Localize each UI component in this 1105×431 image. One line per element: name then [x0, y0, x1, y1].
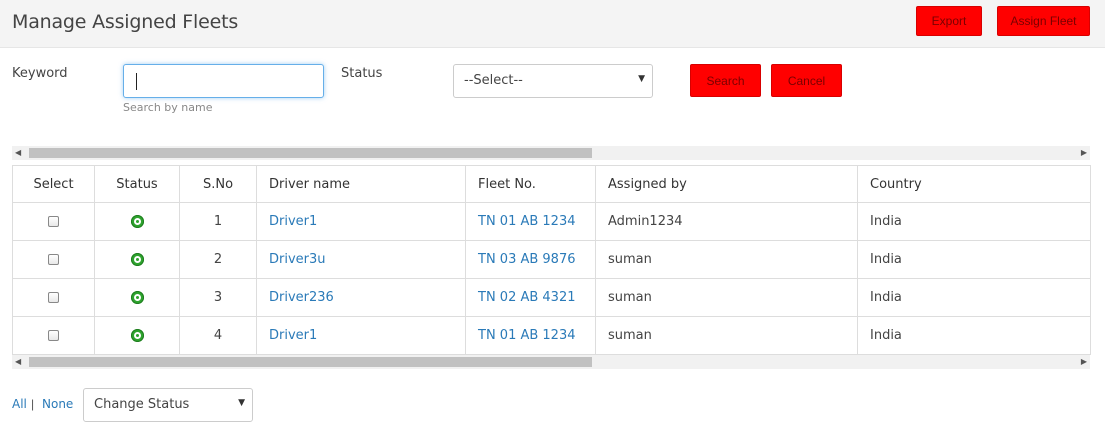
driver-name-link[interactable]: Driver236 — [269, 290, 334, 305]
scroll-left-icon[interactable]: ◀ — [15, 146, 21, 160]
active-status-icon[interactable] — [130, 253, 144, 266]
driver-name-link[interactable]: Driver3u — [269, 252, 326, 267]
assigned-by-cell: suman — [595, 278, 858, 317]
row-sno: 4 — [179, 316, 257, 355]
status-select[interactable]: --Select-- ▼ — [453, 64, 653, 98]
status-select-value: --Select-- — [464, 73, 523, 88]
cancel-button[interactable]: Cancel — [771, 64, 842, 97]
active-status-icon[interactable] — [130, 329, 144, 342]
export-button[interactable]: Export — [916, 6, 982, 36]
active-status-icon[interactable] — [130, 215, 144, 228]
status-label: Status — [341, 66, 383, 81]
row-sno: 2 — [179, 240, 257, 279]
column-header-sno[interactable]: S.No — [179, 165, 257, 203]
column-header-status[interactable]: Status — [94, 165, 180, 203]
keyword-hint: Search by name — [123, 101, 213, 114]
scrollbar-thumb[interactable] — [29, 148, 592, 158]
active-status-icon[interactable] — [130, 291, 144, 304]
scroll-left-icon[interactable]: ◀ — [15, 355, 21, 369]
driver-name-link[interactable]: Driver1 — [269, 328, 317, 343]
row-select-checkbox[interactable] — [48, 216, 59, 227]
column-header-assigned-by[interactable]: Assigned by — [595, 165, 858, 203]
fleet-no-link[interactable]: TN 03 AB 9876 — [478, 252, 576, 267]
scrollbar-thumb[interactable] — [29, 357, 592, 367]
assign-fleet-button[interactable]: Assign Fleet — [997, 6, 1090, 36]
table-row: 4 Driver1 TN 01 AB 1234 suman India — [12, 316, 1091, 355]
page-header: Manage Assigned Fleets Export Assign Fle… — [0, 0, 1105, 48]
change-status-value: Change Status — [94, 397, 190, 412]
assigned-by-cell: suman — [595, 240, 858, 279]
caret-down-icon: ▼ — [638, 74, 645, 84]
page-title: Manage Assigned Fleets — [12, 11, 239, 33]
row-select-checkbox[interactable] — [48, 330, 59, 341]
keyword-label: Keyword — [12, 66, 68, 81]
column-header-driver-name[interactable]: Driver name — [256, 165, 466, 203]
column-header-select[interactable]: Select — [12, 165, 95, 203]
row-select-checkbox[interactable] — [48, 254, 59, 265]
country-cell: India — [857, 278, 1091, 317]
assigned-by-cell: suman — [595, 316, 858, 355]
scroll-right-icon[interactable]: ▶ — [1081, 146, 1087, 160]
search-button[interactable]: Search — [690, 64, 761, 97]
table-header-row: Select Status S.No Driver name Fleet No.… — [12, 165, 1091, 203]
select-none-link[interactable]: None — [42, 397, 73, 411]
fleet-no-link[interactable]: TN 01 AB 1234 — [478, 214, 576, 229]
caret-down-icon: ▼ — [238, 398, 245, 408]
country-cell: India — [857, 316, 1091, 355]
horizontal-scrollbar-top[interactable]: ◀ ▶ — [12, 146, 1090, 160]
row-sno: 3 — [179, 278, 257, 317]
row-select-checkbox[interactable] — [48, 292, 59, 303]
footer-separator: | — [31, 397, 35, 411]
keyword-input[interactable] — [123, 64, 324, 98]
text-cursor — [136, 73, 137, 90]
scroll-right-icon[interactable]: ▶ — [1081, 355, 1087, 369]
country-cell: India — [857, 240, 1091, 279]
row-sno: 1 — [179, 202, 257, 241]
change-status-select[interactable]: Change Status ▼ — [83, 388, 253, 422]
table-row: 2 Driver3u TN 03 AB 9876 suman India — [12, 240, 1091, 279]
assigned-by-cell: Admin1234 — [595, 202, 858, 241]
column-header-country[interactable]: Country — [857, 165, 1091, 203]
select-all-link[interactable]: All — [12, 397, 27, 411]
driver-name-link[interactable]: Driver1 — [269, 214, 317, 229]
column-header-fleet-no[interactable]: Fleet No. — [465, 165, 596, 203]
country-cell: India — [857, 202, 1091, 241]
horizontal-scrollbar-bottom[interactable]: ◀ ▶ — [12, 355, 1090, 369]
fleet-no-link[interactable]: TN 01 AB 1234 — [478, 328, 576, 343]
fleet-no-link[interactable]: TN 02 AB 4321 — [478, 290, 576, 305]
table-row: 3 Driver236 TN 02 AB 4321 suman India — [12, 278, 1091, 317]
fleet-table: Select Status S.No Driver name Fleet No.… — [12, 165, 1091, 355]
table-row: 1 Driver1 TN 01 AB 1234 Admin1234 India — [12, 202, 1091, 241]
